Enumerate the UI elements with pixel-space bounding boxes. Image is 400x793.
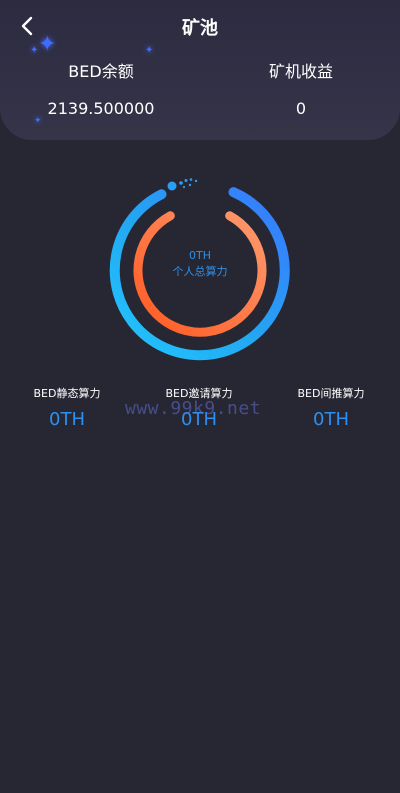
mining-income-label: 矿机收益 — [268, 62, 333, 81]
static-hashrate-value: 0TH — [49, 409, 85, 430]
sparkle-icon: ✦ — [34, 116, 42, 126]
page-title: 矿池 — [182, 18, 218, 39]
invite-hashrate-label: BED邀请算力 — [165, 387, 233, 400]
ring-dots-icon — [167, 178, 198, 191]
indirect-hashrate-label: BED间推算力 — [297, 387, 365, 400]
sparkle-icon: ✦ — [145, 45, 154, 56]
gauge-center: 0TH 个人总算力 — [105, 248, 295, 280]
header-card: ✦ ✦ ✦ ✦ 矿池 BED余额 2139.500000 矿机收益 0 — [0, 0, 400, 140]
mining-pool-page: ✦ ✦ ✦ ✦ 矿池 BED余额 2139.500000 矿机收益 0 0TH … — [0, 0, 400, 793]
total-hashrate-label: 个人总算力 — [172, 265, 228, 278]
static-hashrate: BED静态算力 0TH — [12, 385, 122, 430]
balance-value: 2139.500000 — [47, 99, 155, 118]
total-hashrate-value: 0TH — [189, 249, 211, 262]
invite-hashrate-value: 0TH — [181, 409, 217, 430]
static-hashrate-label: BED静态算力 — [33, 387, 101, 400]
indirect-hashrate-value: 0TH — [313, 409, 349, 430]
indirect-hashrate: BED间推算力 0TH — [276, 385, 386, 430]
mining-income-value: 0 — [295, 99, 307, 118]
sparkle-icon: ✦ — [30, 45, 39, 56]
invite-hashrate: BED邀请算力 0TH — [144, 385, 254, 430]
balance-label: BED余额 — [68, 62, 134, 81]
